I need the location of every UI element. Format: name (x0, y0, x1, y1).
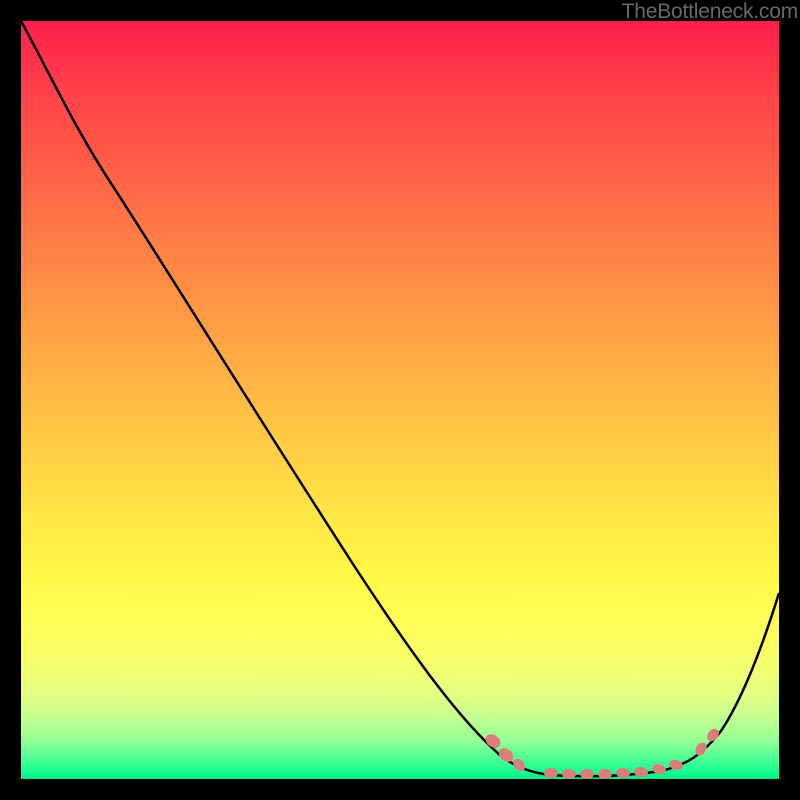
chart-marker (580, 769, 594, 779)
chart-curve (21, 21, 779, 776)
chart-frame (21, 21, 779, 779)
chart-marker (668, 758, 684, 772)
chart-marker (651, 763, 667, 776)
chart-curve-group (21, 21, 779, 776)
chart-markers (483, 726, 721, 779)
chart-marker (633, 766, 648, 778)
chart-marker (562, 769, 576, 779)
chart-svg (21, 21, 779, 779)
chart-marker (616, 767, 631, 778)
chart-marker (544, 768, 558, 778)
watermark-text: TheBottleneck.com (622, 0, 798, 24)
chart-marker (598, 769, 612, 779)
